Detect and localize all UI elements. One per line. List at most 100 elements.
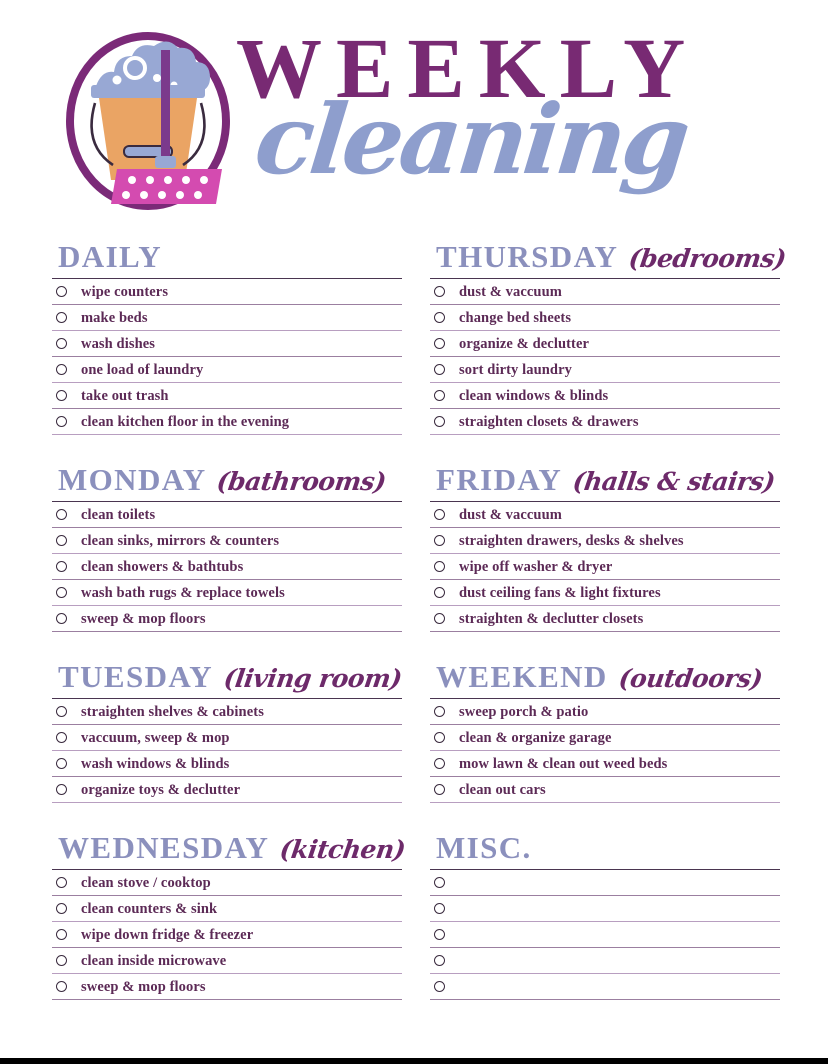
checklist-item[interactable]: clean kitchen floor in the evening: [52, 409, 402, 435]
checklist-item[interactable]: clean inside microwave: [52, 948, 402, 974]
checklist-columns: DAILY wipe counters make beds wash dishes on…: [0, 240, 828, 1028]
checklist-items: clean stove / cooktop clean counters & si…: [52, 869, 402, 1000]
checklist-item-label: straighten closets & drawers: [459, 413, 639, 430]
checkbox-circle-icon[interactable]: [56, 929, 67, 940]
checklist-item[interactable]: mow lawn & clean out weed beds: [430, 751, 780, 777]
checklist-item[interactable]: dust & vaccuum: [430, 502, 780, 528]
checkbox-circle-icon[interactable]: [56, 758, 67, 769]
checklist-item[interactable]: clean showers & bathtubs: [52, 554, 402, 580]
checklist-item[interactable]: wipe counters: [52, 279, 402, 305]
checklist-item[interactable]: [430, 870, 780, 896]
checklist-item-label: clean out cars: [459, 781, 546, 798]
checklist-item[interactable]: organize & declutter: [430, 331, 780, 357]
checklist-item[interactable]: straighten & declutter closets: [430, 606, 780, 632]
checklist-item[interactable]: clean sinks, mirrors & counters: [52, 528, 402, 554]
section-heading-day: DAILY: [58, 239, 163, 274]
checklist-item[interactable]: [430, 896, 780, 922]
checkbox-circle-icon[interactable]: [56, 286, 67, 297]
checklist-item[interactable]: sweep porch & patio: [430, 699, 780, 725]
page-title: WEEKLY cleaning: [228, 22, 788, 222]
checkbox-circle-icon[interactable]: [434, 561, 445, 572]
checklist-item[interactable]: straighten shelves & cabinets: [52, 699, 402, 725]
checkbox-circle-icon[interactable]: [434, 286, 445, 297]
checkbox-circle-icon[interactable]: [434, 509, 445, 520]
checkbox-circle-icon[interactable]: [56, 903, 67, 914]
section-heading: MONDAY (bathrooms): [58, 463, 402, 497]
checklist-item-label: organize & declutter: [459, 335, 590, 352]
checkbox-circle-icon[interactable]: [434, 587, 445, 598]
checkbox-circle-icon[interactable]: [56, 416, 67, 427]
checkbox-circle-icon[interactable]: [434, 929, 445, 940]
checkbox-circle-icon[interactable]: [56, 955, 67, 966]
checkbox-circle-icon[interactable]: [56, 509, 67, 520]
checklist-section: THURSDAY (bedrooms) dust & vaccuum change b…: [430, 240, 788, 435]
checklist-item[interactable]: clean toilets: [52, 502, 402, 528]
checkbox-circle-icon[interactable]: [434, 364, 445, 375]
checklist-item[interactable]: [430, 922, 780, 948]
checkbox-circle-icon[interactable]: [434, 338, 445, 349]
checklist-item[interactable]: dust ceiling fans & light fixtures: [430, 580, 780, 606]
checkbox-circle-icon[interactable]: [434, 981, 445, 992]
checklist-item[interactable]: [430, 948, 780, 974]
checkbox-circle-icon[interactable]: [56, 364, 67, 375]
section-heading: WEDNESDAY (kitchen): [58, 831, 407, 865]
checkbox-circle-icon[interactable]: [56, 312, 67, 323]
checkbox-circle-icon[interactable]: [434, 877, 445, 888]
checkbox-circle-icon[interactable]: [56, 877, 67, 888]
checkbox-circle-icon[interactable]: [56, 338, 67, 349]
checklist-item[interactable]: sweep & mop floors: [52, 606, 402, 632]
checkbox-circle-icon[interactable]: [434, 613, 445, 624]
checklist-item-label: organize toys & declutter: [81, 781, 241, 798]
checklist-item[interactable]: clean windows & blinds: [430, 383, 780, 409]
checkbox-circle-icon[interactable]: [56, 587, 67, 598]
checklist-item[interactable]: organize toys & declutter: [52, 777, 402, 803]
checkbox-circle-icon[interactable]: [56, 535, 67, 546]
checklist-item-label: sweep & mop floors: [81, 978, 206, 995]
checklist-item[interactable]: clean & organize garage: [430, 725, 780, 751]
checkbox-circle-icon[interactable]: [434, 535, 445, 546]
checkbox-circle-icon[interactable]: [56, 981, 67, 992]
checkbox-circle-icon[interactable]: [434, 758, 445, 769]
checklist-item-label: clean sinks, mirrors & counters: [81, 532, 280, 549]
checklist-item[interactable]: straighten drawers, desks & shelves: [430, 528, 780, 554]
checklist-item[interactable]: dust & vaccuum: [430, 279, 780, 305]
checklist-item[interactable]: make beds: [52, 305, 402, 331]
checkbox-circle-icon[interactable]: [434, 706, 445, 717]
checklist-item[interactable]: clean counters & sink: [52, 896, 402, 922]
checklist-item[interactable]: wipe down fridge & freezer: [52, 922, 402, 948]
checklist-item[interactable]: change bed sheets: [430, 305, 780, 331]
checklist-item[interactable]: one load of laundry: [52, 357, 402, 383]
checklist-item[interactable]: [430, 974, 780, 1000]
checkbox-circle-icon[interactable]: [56, 561, 67, 572]
section-heading: DAILY: [58, 240, 402, 274]
checklist-item[interactable]: take out trash: [52, 383, 402, 409]
checkbox-circle-icon[interactable]: [434, 312, 445, 323]
checkbox-circle-icon[interactable]: [56, 613, 67, 624]
checkbox-circle-icon[interactable]: [434, 955, 445, 966]
checklist-item[interactable]: clean out cars: [430, 777, 780, 803]
checklist-item-label: change bed sheets: [459, 309, 572, 326]
checkbox-circle-icon[interactable]: [434, 732, 445, 743]
checkbox-circle-icon[interactable]: [434, 903, 445, 914]
checkbox-circle-icon[interactable]: [56, 390, 67, 401]
checkbox-circle-icon[interactable]: [434, 416, 445, 427]
checklist-item[interactable]: wash bath rugs & replace towels: [52, 580, 402, 606]
checkbox-circle-icon[interactable]: [56, 784, 67, 795]
checklist-item[interactable]: wipe off washer & dryer: [430, 554, 780, 580]
checklist-item[interactable]: wash windows & blinds: [52, 751, 402, 777]
checklist-item[interactable]: clean stove / cooktop: [52, 870, 402, 896]
section-heading-day: MISC.: [436, 830, 532, 865]
checkbox-circle-icon[interactable]: [434, 390, 445, 401]
checklist-item[interactable]: sort dirty laundry: [430, 357, 780, 383]
checkbox-circle-icon[interactable]: [56, 706, 67, 717]
checklist-item[interactable]: vaccuum, sweep & mop: [52, 725, 402, 751]
checklist-section: TUESDAY (living room) straighten shelves &…: [52, 660, 404, 803]
checklist-item[interactable]: straighten closets & drawers: [430, 409, 780, 435]
checkbox-circle-icon[interactable]: [56, 732, 67, 743]
checklist-item[interactable]: wash dishes: [52, 331, 402, 357]
checklist-item-label: dust & vaccuum: [459, 506, 562, 523]
checklist-item[interactable]: sweep & mop floors: [52, 974, 402, 1000]
checkbox-circle-icon[interactable]: [434, 784, 445, 795]
checklist-item-label: clean kitchen floor in the evening: [81, 413, 290, 430]
checklist-item-label: clean inside microwave: [81, 952, 227, 969]
